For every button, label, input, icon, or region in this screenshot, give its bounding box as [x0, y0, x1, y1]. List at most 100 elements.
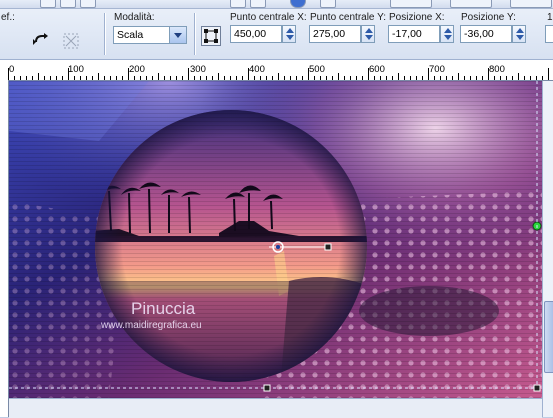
partial-field-right[interactable]	[545, 25, 553, 43]
ruler-tick	[530, 76, 531, 80]
ruler-tick	[398, 73, 399, 80]
ruler-tick	[542, 76, 543, 80]
toolbar-button[interactable]	[40, 0, 56, 8]
center-y-field[interactable]: 275,00	[309, 25, 361, 43]
ruler-tick	[392, 76, 393, 80]
chevron-down-icon[interactable]	[169, 27, 186, 43]
ruler-tick	[194, 76, 195, 80]
watermark-name: Pinuccia	[131, 299, 196, 318]
ruler-tick	[440, 76, 441, 80]
toolbar-button[interactable]	[450, 0, 492, 8]
ruler-tick	[206, 76, 207, 80]
ruler-tick	[128, 68, 129, 80]
horizontal-scrollbar[interactable]	[9, 398, 542, 418]
ruler-tick	[200, 76, 201, 80]
mode-select[interactable]: Scala	[113, 26, 187, 44]
ruler-tick	[338, 73, 339, 80]
tool-options-bar: ef.: Modalità: Scala Punto centrale X: 4…	[0, 9, 553, 60]
ruler-label: 600	[369, 64, 385, 75]
ruler-tick	[350, 76, 351, 80]
ruler-tick	[524, 76, 525, 80]
ruler-label: 400	[249, 64, 265, 75]
ruler-tick	[188, 68, 189, 80]
ruler-tick	[500, 76, 501, 80]
ruler-tick	[464, 76, 465, 80]
pos-x-label: Posizione X:	[389, 12, 445, 23]
ruler-tick	[224, 76, 225, 80]
ruler-label: 0	[9, 64, 15, 75]
rotation-handle[interactable]	[324, 243, 332, 251]
pick-center-icon[interactable]	[201, 26, 221, 46]
separator	[104, 13, 106, 55]
ruler-tick	[548, 68, 549, 80]
ruler-tick	[158, 73, 159, 80]
ruler-tick	[290, 76, 291, 80]
toolbar-button[interactable]	[60, 0, 76, 8]
ruler-tick	[170, 76, 171, 80]
ruler-tick	[506, 76, 507, 80]
ruler-tick	[122, 76, 123, 80]
toolbar-button[interactable]	[390, 0, 432, 8]
toolbar-button[interactable]	[320, 0, 336, 8]
ruler-tick	[296, 76, 297, 80]
scrollbar-thumb[interactable]	[544, 301, 553, 373]
center-y-spinner[interactable]	[361, 25, 375, 43]
ruler-tick	[242, 76, 243, 80]
horizontal-ruler: 0 100 200 300 400 500 600 700 800	[0, 60, 553, 81]
toolbar-button[interactable]	[510, 0, 552, 8]
ruler-tick	[488, 68, 489, 80]
center-x-spinner[interactable]	[282, 25, 296, 43]
ruler-tick	[380, 76, 381, 80]
ruler-tick	[332, 76, 333, 80]
pos-y-field[interactable]: -36,00	[460, 25, 512, 43]
ruler-label: 700	[429, 64, 445, 75]
ruler-tick	[212, 76, 213, 80]
pos-x-spinner[interactable]	[440, 25, 454, 43]
ruler-tick	[176, 76, 177, 80]
ruler-tick	[320, 76, 321, 80]
ruler-tick	[86, 76, 87, 80]
toolbar-button[interactable]	[80, 0, 96, 8]
ruler-tick	[356, 76, 357, 80]
toolbar-button[interactable]	[230, 0, 246, 8]
ruler-tick	[410, 76, 411, 80]
toolbar-button[interactable]	[250, 0, 266, 8]
ruler-tick	[362, 76, 363, 80]
ruler-tick	[260, 76, 261, 80]
ruler-tick	[434, 76, 435, 80]
ruler-tick	[56, 76, 57, 80]
center-x-field[interactable]: 450,00	[230, 25, 282, 43]
ruler-tick	[134, 76, 135, 80]
ruler-tick	[230, 76, 231, 80]
ruler-label: 500	[309, 64, 325, 75]
ruler-tick	[512, 76, 513, 80]
ruler-tick	[218, 73, 219, 80]
ruler-tick	[20, 76, 21, 80]
corner-handle[interactable]	[533, 384, 541, 392]
ruler-tick	[458, 73, 459, 80]
ruler-tick	[182, 76, 183, 80]
bottom-handle[interactable]	[263, 384, 271, 392]
ruler-tick	[80, 76, 81, 80]
ruler-tick	[254, 76, 255, 80]
ruler-tick	[236, 76, 237, 80]
ruler-tick	[536, 76, 537, 80]
center-x-label: Punto centrale X:	[230, 12, 307, 23]
image-canvas[interactable]: Pinuccia www.maidiregrafica.eu	[9, 81, 542, 398]
vertical-scrollbar[interactable]	[542, 81, 553, 417]
ruler-tick	[446, 76, 447, 80]
pos-x-field[interactable]: -17,00	[388, 25, 440, 43]
ruler-tick	[278, 73, 279, 80]
ruler-label: 200	[129, 64, 145, 75]
pos-y-spinner[interactable]	[512, 25, 526, 43]
ruler-tick	[68, 68, 69, 80]
pivot-point-dot	[276, 245, 280, 249]
ruler-tick	[518, 73, 519, 80]
ruler-tick	[110, 76, 111, 80]
ruler-tick	[164, 76, 165, 80]
reset-icon[interactable]	[30, 30, 52, 52]
ruler-label: 800	[489, 64, 505, 75]
ruler-tick	[116, 76, 117, 80]
help-icon[interactable]	[290, 0, 306, 8]
pos-y-label: Posizione Y:	[461, 12, 516, 23]
